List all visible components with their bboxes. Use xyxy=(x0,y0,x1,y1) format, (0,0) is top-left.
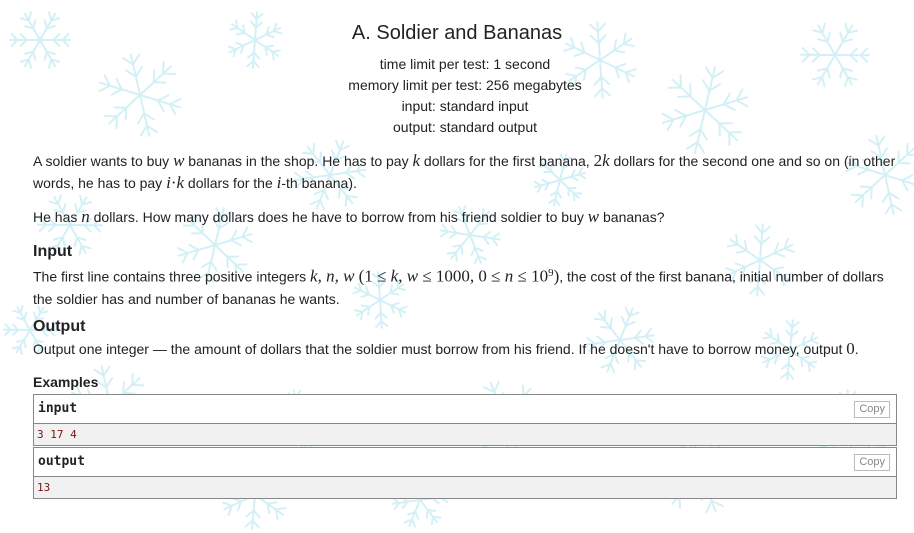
legend-paragraph-1: A soldier wants to buy w bananas in the … xyxy=(33,151,896,192)
sample-input-value: 3 17 4 xyxy=(34,423,896,445)
copy-output-button[interactable]: Copy xyxy=(854,454,890,471)
output-section-title: Output xyxy=(33,318,86,335)
input-section-title: Input xyxy=(33,243,73,260)
input-specification: The first line contains three positive i… xyxy=(33,266,884,307)
sample-output-value: 13 xyxy=(34,476,896,498)
examples-title: Examples xyxy=(33,374,99,390)
legend-paragraph-2: He has n dollars. How many dollars does … xyxy=(33,207,665,226)
sample-output-header: output Copy xyxy=(34,448,896,476)
sample-input-header: input Copy xyxy=(34,395,896,423)
sample-input-label: input xyxy=(38,401,78,416)
input-file: input: standard input xyxy=(401,98,529,114)
output-specification: Output one integer — the amount of dolla… xyxy=(33,339,859,358)
output-file: output: standard output xyxy=(393,119,537,135)
problem-title: A. Soldier and Bananas xyxy=(351,22,563,44)
memory-limit: memory limit per test: 256 megabytes xyxy=(348,77,582,93)
sample-input-box: input Copy 3 17 4 xyxy=(33,394,897,446)
sample-output-label: output xyxy=(38,454,85,469)
time-limit: time limit per test: 1 second xyxy=(379,56,551,72)
sample-output-box: output Copy 13 xyxy=(33,447,897,499)
copy-input-button[interactable]: Copy xyxy=(854,401,890,418)
